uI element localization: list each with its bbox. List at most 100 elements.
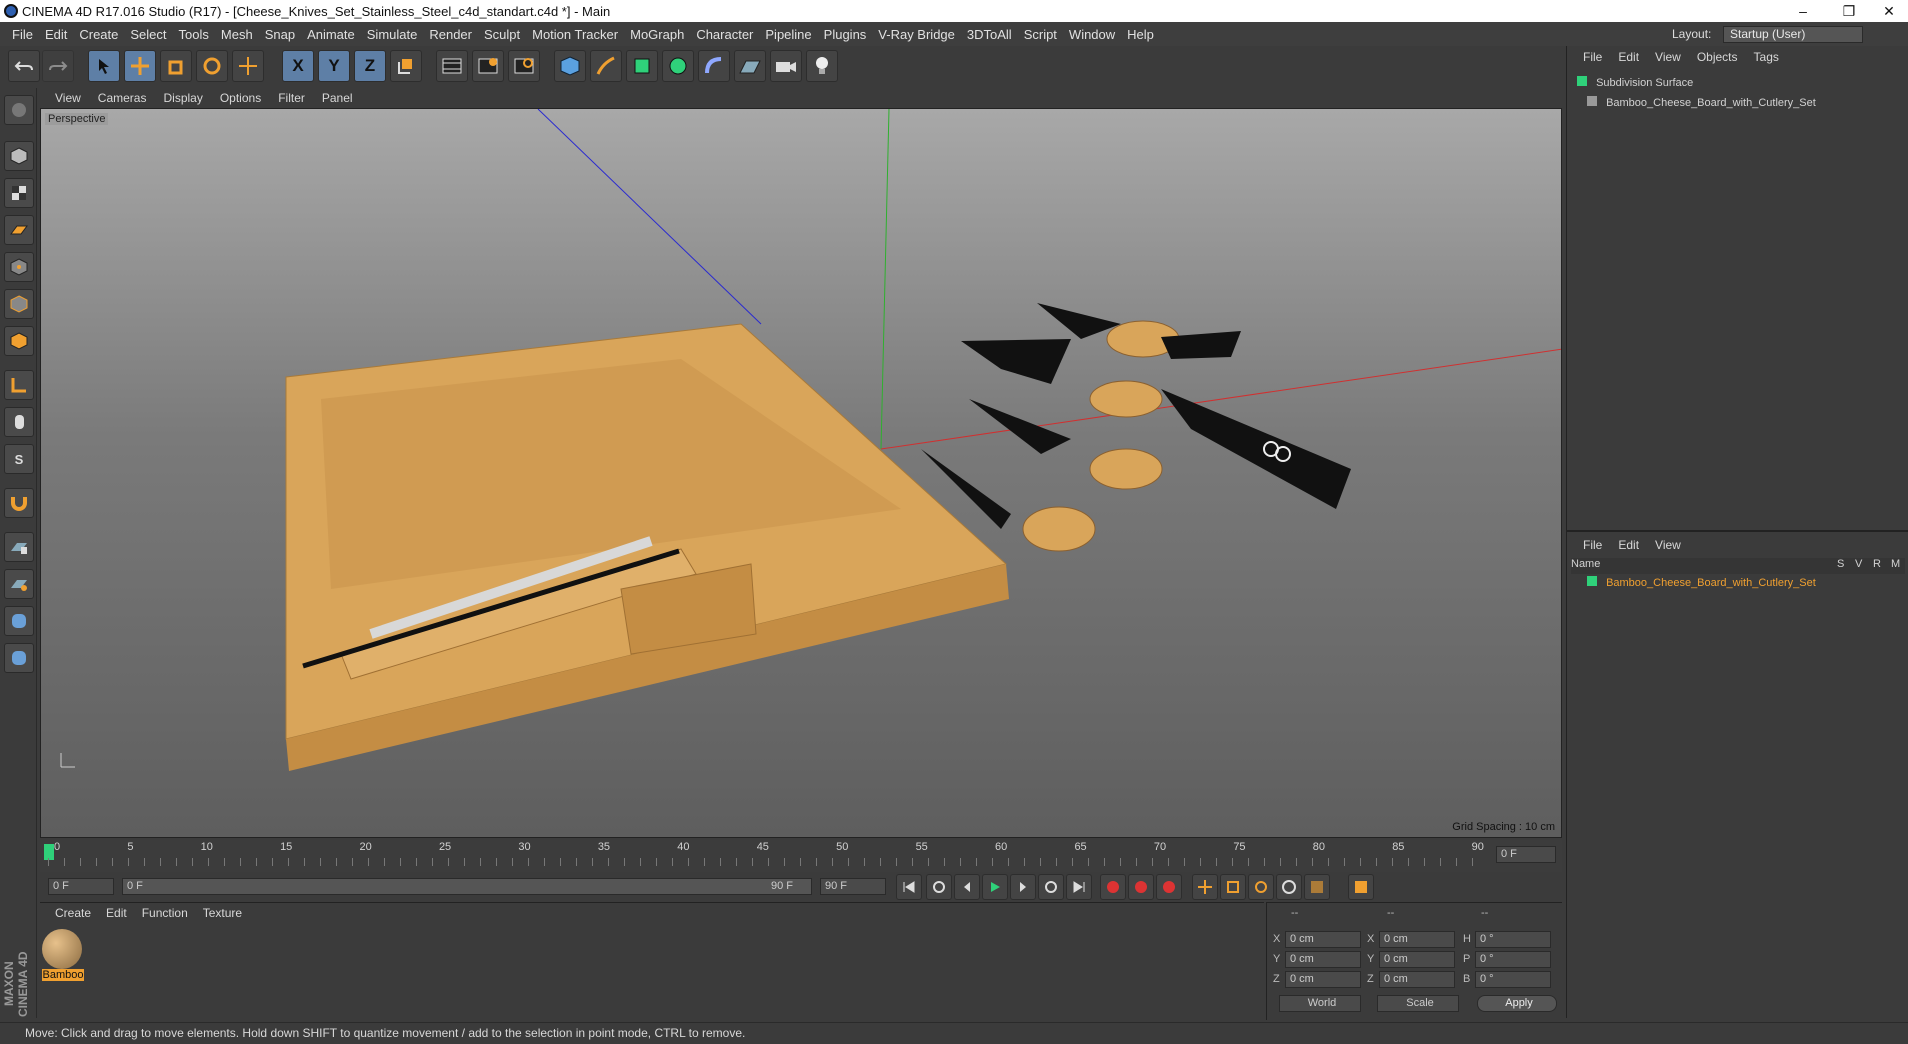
current-frame-field[interactable]: 0 F	[1496, 846, 1556, 863]
menu-simulate[interactable]: Simulate	[367, 27, 418, 42]
edges-mode-icon[interactable]	[4, 289, 34, 319]
go-to-start-icon[interactable]	[896, 874, 922, 900]
keyframe-selection-icon[interactable]	[1156, 874, 1182, 900]
cloner-icon[interactable]	[662, 50, 694, 82]
size-x-field[interactable]: 0 cm	[1379, 931, 1455, 948]
menu-mograph[interactable]: MoGraph	[630, 27, 684, 42]
vp-menu-panel[interactable]: Panel	[322, 91, 353, 105]
vp-menu-options[interactable]: Options	[220, 91, 261, 105]
size-z-field[interactable]: 0 cm	[1379, 971, 1455, 988]
axis-mode-icon[interactable]	[4, 370, 34, 400]
menu-window[interactable]: Window	[1069, 27, 1115, 42]
om-menu-view[interactable]: View	[1655, 50, 1681, 64]
timeline-window-icon[interactable]	[1348, 874, 1374, 900]
end-frame-field[interactable]: 90 F	[820, 878, 886, 895]
z-axis-icon[interactable]: Z	[354, 50, 386, 82]
subdivision-icon[interactable]	[626, 50, 658, 82]
apply-button[interactable]: Apply	[1477, 995, 1557, 1012]
tweak-mode-icon[interactable]	[4, 407, 34, 437]
render-view-icon[interactable]	[436, 50, 468, 82]
world-dropdown[interactable]: World	[1279, 995, 1361, 1012]
prev-key-icon[interactable]	[926, 874, 952, 900]
key-parameter-icon[interactable]	[1276, 874, 1302, 900]
light-icon[interactable]	[806, 50, 838, 82]
next-frame-icon[interactable]	[1010, 874, 1036, 900]
menu-animate[interactable]: Animate	[307, 27, 355, 42]
vp-menu-cameras[interactable]: Cameras	[98, 91, 147, 105]
close-button[interactable]: ✕	[1866, 0, 1908, 22]
texture-mode-icon[interactable]	[4, 178, 34, 208]
scale-icon[interactable]	[160, 50, 192, 82]
om-menu-file[interactable]: File	[1583, 50, 1602, 64]
am-menu-view[interactable]: View	[1655, 538, 1681, 552]
mat-menu-edit[interactable]: Edit	[106, 906, 127, 920]
om-menu-tags[interactable]: Tags	[1754, 50, 1779, 64]
select-arrow-icon[interactable]	[88, 50, 120, 82]
layer-row[interactable]: Bamboo_Cheese_Board_with_Cutlery_Set	[1587, 576, 1903, 592]
next-key-icon[interactable]	[1038, 874, 1064, 900]
snap-icon[interactable]: S	[4, 444, 34, 474]
menu-render[interactable]: Render	[429, 27, 472, 42]
play-icon[interactable]	[982, 874, 1008, 900]
menu-script[interactable]: Script	[1024, 27, 1057, 42]
material-swatch[interactable]: Bamboo	[42, 929, 84, 989]
perspective-viewport[interactable]: Perspective Grid Spacing : 10 cm	[40, 108, 1562, 838]
rotation-b-field[interactable]: 0 °	[1475, 971, 1551, 988]
size-y-field[interactable]: 0 cm	[1379, 951, 1455, 968]
x-axis-icon[interactable]: X	[282, 50, 314, 82]
vp-menu-filter[interactable]: Filter	[278, 91, 305, 105]
menu-plugins[interactable]: Plugins	[824, 27, 867, 42]
om-menu-edit[interactable]: Edit	[1618, 50, 1639, 64]
magnet-icon[interactable]	[4, 488, 34, 518]
autokey-icon[interactable]	[1128, 874, 1154, 900]
menu-3dtoall[interactable]: 3DToAll	[967, 27, 1012, 42]
rotate-icon[interactable]	[196, 50, 228, 82]
position-z-field[interactable]: 0 cm	[1285, 971, 1361, 988]
menu-file[interactable]: File	[12, 27, 33, 42]
rotation-p-field[interactable]: 0 °	[1475, 951, 1551, 968]
key-rotation-icon[interactable]	[1248, 874, 1274, 900]
menu-tools[interactable]: Tools	[179, 27, 209, 42]
frame-range-slider[interactable]: 0 F 90 F	[122, 878, 812, 895]
object-row[interactable]: Subdivision Surface	[1577, 76, 1903, 94]
model-mode-icon[interactable]	[4, 141, 34, 171]
menu-create[interactable]: Create	[79, 27, 118, 42]
menu-motion-tracker[interactable]: Motion Tracker	[532, 27, 618, 42]
render-settings-icon[interactable]	[508, 50, 540, 82]
polygons-mode-icon[interactable]	[4, 326, 34, 356]
vp-menu-display[interactable]: Display	[163, 91, 202, 105]
grid-icon[interactable]	[4, 569, 34, 599]
position-x-field[interactable]: 0 cm	[1285, 931, 1361, 948]
key-scale-icon[interactable]	[1220, 874, 1246, 900]
menu-help[interactable]: Help	[1127, 27, 1154, 42]
python-script-icon[interactable]	[4, 643, 34, 673]
mat-menu-function[interactable]: Function	[142, 906, 188, 920]
y-axis-icon[interactable]: Y	[318, 50, 350, 82]
scale-dropdown[interactable]: Scale	[1377, 995, 1459, 1012]
pen-icon[interactable]	[590, 50, 622, 82]
deformer-icon[interactable]	[698, 50, 730, 82]
key-position-icon[interactable]	[1192, 874, 1218, 900]
move-icon[interactable]	[124, 50, 156, 82]
rotation-h-field[interactable]: 0 °	[1475, 931, 1551, 948]
am-menu-edit[interactable]: Edit	[1618, 538, 1639, 552]
python-icon[interactable]	[4, 606, 34, 636]
coordinate-system-icon[interactable]	[390, 50, 422, 82]
position-y-field[interactable]: 0 cm	[1285, 951, 1361, 968]
menu-select[interactable]: Select	[130, 27, 166, 42]
mat-menu-create[interactable]: Create	[55, 906, 91, 920]
menu-mesh[interactable]: Mesh	[221, 27, 253, 42]
redo-icon[interactable]	[42, 50, 74, 82]
layout-dropdown[interactable]: Startup (User)	[1723, 26, 1863, 43]
view-mode-icon[interactable]	[4, 95, 34, 125]
lock-workplane-icon[interactable]	[4, 532, 34, 562]
workplane-icon[interactable]	[4, 215, 34, 245]
am-menu-file[interactable]: File	[1583, 538, 1602, 552]
record-keys-icon[interactable]	[1100, 874, 1126, 900]
menu-vray-bridge[interactable]: V-Ray Bridge	[878, 27, 955, 42]
menu-snap[interactable]: Snap	[265, 27, 295, 42]
cube-icon[interactable]	[554, 50, 586, 82]
minimize-button[interactable]: –	[1780, 0, 1826, 22]
move-cross-icon[interactable]	[232, 50, 264, 82]
render-region-icon[interactable]	[472, 50, 504, 82]
